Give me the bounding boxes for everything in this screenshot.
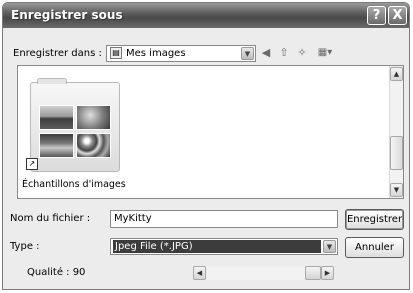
slider-left-icon[interactable]: ◀ <box>193 266 206 280</box>
scroll-down-icon[interactable]: ▼ <box>390 183 403 197</box>
dialog-title: Enregistrer sous <box>11 8 123 22</box>
thumbnail-image <box>76 105 111 130</box>
slider-track[interactable] <box>207 266 321 280</box>
shortcut-arrow-icon: ↗ <box>26 158 38 170</box>
slider-thumb[interactable] <box>305 266 321 280</box>
save-in-dropdown[interactable]: ▤ Mes images ▼ <box>106 45 256 62</box>
view-menu-icon[interactable]: ▦▾ <box>314 46 336 60</box>
folder-item[interactable] <box>30 78 120 172</box>
filetype-value: Jpeg File (*.JPG) <box>113 240 321 253</box>
filename-label: Nom du fichier : <box>10 213 91 224</box>
cancel-button[interactable]: Annuler <box>345 237 404 258</box>
filetype-dropdown[interactable]: Jpeg File (*.JPG) ▼ <box>110 238 338 255</box>
folder-icon <box>37 78 67 84</box>
filetype-label: Type : <box>10 241 40 252</box>
slider-right-icon[interactable]: ▶ <box>321 266 334 280</box>
title-bar: Enregistrer sous ? X <box>3 3 409 28</box>
thumbnail-image <box>39 105 74 130</box>
thumbnail-image <box>39 133 74 158</box>
vertical-scrollbar[interactable]: ▲ ▼ <box>389 66 403 198</box>
new-folder-icon[interactable]: ✧ <box>295 46 309 60</box>
chevron-down-icon[interactable]: ▼ <box>323 240 336 253</box>
save-as-dialog: Enregistrer sous ? X Enregistrer dans : … <box>2 2 410 290</box>
save-button[interactable]: Enregistrer <box>345 209 404 230</box>
save-in-label: Enregistrer dans : <box>13 48 102 59</box>
up-folder-icon[interactable]: ⇧ <box>277 46 291 60</box>
save-in-value: Mes images <box>126 48 186 59</box>
quality-slider[interactable]: ◀ ▶ <box>193 266 334 280</box>
help-button[interactable]: ? <box>367 6 386 25</box>
back-icon[interactable]: ◀ <box>259 46 273 60</box>
pictures-folder-icon: ▤ <box>110 47 122 59</box>
chevron-down-icon[interactable]: ▼ <box>241 47 254 60</box>
scroll-thumb[interactable] <box>390 136 403 170</box>
filename-input[interactable]: MyKitty <box>110 210 338 228</box>
thumbnail-image <box>76 133 111 158</box>
scroll-up-icon[interactable]: ▲ <box>390 67 403 81</box>
folder-item-label[interactable]: Échantillons d'images <box>22 179 126 190</box>
file-list[interactable]: ↗ Échantillons d'images ▲ ▼ <box>17 65 404 199</box>
close-button[interactable]: X <box>388 6 407 25</box>
quality-label: Qualité : 90 <box>27 267 86 278</box>
